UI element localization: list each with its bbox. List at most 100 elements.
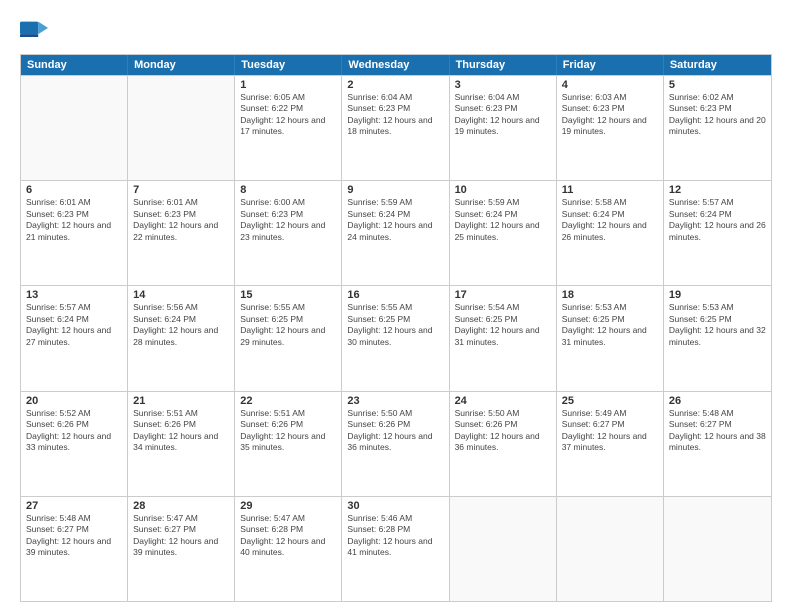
header-day-tuesday: Tuesday (235, 55, 342, 75)
day-22: 22Sunrise: 5:51 AM Sunset: 6:26 PM Dayli… (235, 392, 342, 496)
day-26: 26Sunrise: 5:48 AM Sunset: 6:27 PM Dayli… (664, 392, 771, 496)
empty-cell (664, 497, 771, 601)
calendar-header: SundayMondayTuesdayWednesdayThursdayFrid… (21, 55, 771, 75)
day-number: 11 (562, 184, 658, 196)
day-number: 3 (455, 79, 551, 91)
day-number: 24 (455, 395, 551, 407)
day-number: 28 (133, 500, 229, 512)
day-info: Sunrise: 5:50 AM Sunset: 6:26 PM Dayligh… (347, 408, 443, 454)
day-25: 25Sunrise: 5:49 AM Sunset: 6:27 PM Dayli… (557, 392, 664, 496)
day-info: Sunrise: 5:48 AM Sunset: 6:27 PM Dayligh… (669, 408, 766, 454)
day-number: 17 (455, 289, 551, 301)
day-info: Sunrise: 6:02 AM Sunset: 6:23 PM Dayligh… (669, 92, 766, 138)
day-info: Sunrise: 6:00 AM Sunset: 6:23 PM Dayligh… (240, 197, 336, 243)
day-3: 3Sunrise: 6:04 AM Sunset: 6:23 PM Daylig… (450, 76, 557, 180)
day-number: 9 (347, 184, 443, 196)
day-8: 8Sunrise: 6:00 AM Sunset: 6:23 PM Daylig… (235, 181, 342, 285)
header-day-wednesday: Wednesday (342, 55, 449, 75)
header-day-friday: Friday (557, 55, 664, 75)
day-number: 2 (347, 79, 443, 91)
day-info: Sunrise: 5:51 AM Sunset: 6:26 PM Dayligh… (240, 408, 336, 454)
day-9: 9Sunrise: 5:59 AM Sunset: 6:24 PM Daylig… (342, 181, 449, 285)
day-17: 17Sunrise: 5:54 AM Sunset: 6:25 PM Dayli… (450, 286, 557, 390)
day-19: 19Sunrise: 5:53 AM Sunset: 6:25 PM Dayli… (664, 286, 771, 390)
calendar-row-4: 20Sunrise: 5:52 AM Sunset: 6:26 PM Dayli… (21, 391, 771, 496)
day-number: 27 (26, 500, 122, 512)
day-number: 6 (26, 184, 122, 196)
day-number: 1 (240, 79, 336, 91)
day-13: 13Sunrise: 5:57 AM Sunset: 6:24 PM Dayli… (21, 286, 128, 390)
day-10: 10Sunrise: 5:59 AM Sunset: 6:24 PM Dayli… (450, 181, 557, 285)
day-number: 14 (133, 289, 229, 301)
day-number: 29 (240, 500, 336, 512)
empty-cell (21, 76, 128, 180)
day-11: 11Sunrise: 5:58 AM Sunset: 6:24 PM Dayli… (557, 181, 664, 285)
day-12: 12Sunrise: 5:57 AM Sunset: 6:24 PM Dayli… (664, 181, 771, 285)
day-14: 14Sunrise: 5:56 AM Sunset: 6:24 PM Dayli… (128, 286, 235, 390)
day-21: 21Sunrise: 5:51 AM Sunset: 6:26 PM Dayli… (128, 392, 235, 496)
header-day-monday: Monday (128, 55, 235, 75)
header-day-sunday: Sunday (21, 55, 128, 75)
day-24: 24Sunrise: 5:50 AM Sunset: 6:26 PM Dayli… (450, 392, 557, 496)
day-number: 25 (562, 395, 658, 407)
logo (20, 16, 52, 44)
day-info: Sunrise: 5:53 AM Sunset: 6:25 PM Dayligh… (562, 302, 658, 348)
day-info: Sunrise: 6:01 AM Sunset: 6:23 PM Dayligh… (133, 197, 229, 243)
day-info: Sunrise: 5:46 AM Sunset: 6:28 PM Dayligh… (347, 513, 443, 559)
day-number: 18 (562, 289, 658, 301)
day-info: Sunrise: 5:47 AM Sunset: 6:27 PM Dayligh… (133, 513, 229, 559)
day-info: Sunrise: 6:04 AM Sunset: 6:23 PM Dayligh… (455, 92, 551, 138)
day-30: 30Sunrise: 5:46 AM Sunset: 6:28 PM Dayli… (342, 497, 449, 601)
day-info: Sunrise: 5:57 AM Sunset: 6:24 PM Dayligh… (26, 302, 122, 348)
day-number: 8 (240, 184, 336, 196)
day-27: 27Sunrise: 5:48 AM Sunset: 6:27 PM Dayli… (21, 497, 128, 601)
day-6: 6Sunrise: 6:01 AM Sunset: 6:23 PM Daylig… (21, 181, 128, 285)
day-16: 16Sunrise: 5:55 AM Sunset: 6:25 PM Dayli… (342, 286, 449, 390)
calendar-row-5: 27Sunrise: 5:48 AM Sunset: 6:27 PM Dayli… (21, 496, 771, 601)
calendar-body: 1Sunrise: 6:05 AM Sunset: 6:22 PM Daylig… (21, 75, 771, 601)
day-info: Sunrise: 5:49 AM Sunset: 6:27 PM Dayligh… (562, 408, 658, 454)
day-info: Sunrise: 5:58 AM Sunset: 6:24 PM Dayligh… (562, 197, 658, 243)
calendar-row-3: 13Sunrise: 5:57 AM Sunset: 6:24 PM Dayli… (21, 285, 771, 390)
day-18: 18Sunrise: 5:53 AM Sunset: 6:25 PM Dayli… (557, 286, 664, 390)
day-number: 30 (347, 500, 443, 512)
day-info: Sunrise: 5:48 AM Sunset: 6:27 PM Dayligh… (26, 513, 122, 559)
day-23: 23Sunrise: 5:50 AM Sunset: 6:26 PM Dayli… (342, 392, 449, 496)
day-info: Sunrise: 6:03 AM Sunset: 6:23 PM Dayligh… (562, 92, 658, 138)
day-number: 10 (455, 184, 551, 196)
day-number: 19 (669, 289, 766, 301)
day-info: Sunrise: 6:04 AM Sunset: 6:23 PM Dayligh… (347, 92, 443, 138)
day-info: Sunrise: 5:59 AM Sunset: 6:24 PM Dayligh… (455, 197, 551, 243)
day-number: 26 (669, 395, 766, 407)
day-number: 21 (133, 395, 229, 407)
day-info: Sunrise: 6:01 AM Sunset: 6:23 PM Dayligh… (26, 197, 122, 243)
day-number: 12 (669, 184, 766, 196)
day-info: Sunrise: 5:53 AM Sunset: 6:25 PM Dayligh… (669, 302, 766, 348)
day-number: 22 (240, 395, 336, 407)
calendar-row-1: 1Sunrise: 6:05 AM Sunset: 6:22 PM Daylig… (21, 75, 771, 180)
day-info: Sunrise: 5:56 AM Sunset: 6:24 PM Dayligh… (133, 302, 229, 348)
day-7: 7Sunrise: 6:01 AM Sunset: 6:23 PM Daylig… (128, 181, 235, 285)
calendar-row-2: 6Sunrise: 6:01 AM Sunset: 6:23 PM Daylig… (21, 180, 771, 285)
day-number: 4 (562, 79, 658, 91)
empty-cell (557, 497, 664, 601)
logo-icon (20, 16, 48, 44)
day-29: 29Sunrise: 5:47 AM Sunset: 6:28 PM Dayli… (235, 497, 342, 601)
day-number: 15 (240, 289, 336, 301)
day-number: 13 (26, 289, 122, 301)
calendar: SundayMondayTuesdayWednesdayThursdayFrid… (20, 54, 772, 602)
day-info: Sunrise: 6:05 AM Sunset: 6:22 PM Dayligh… (240, 92, 336, 138)
empty-cell (128, 76, 235, 180)
day-1: 1Sunrise: 6:05 AM Sunset: 6:22 PM Daylig… (235, 76, 342, 180)
day-number: 20 (26, 395, 122, 407)
day-2: 2Sunrise: 6:04 AM Sunset: 6:23 PM Daylig… (342, 76, 449, 180)
day-info: Sunrise: 5:50 AM Sunset: 6:26 PM Dayligh… (455, 408, 551, 454)
day-info: Sunrise: 5:57 AM Sunset: 6:24 PM Dayligh… (669, 197, 766, 243)
header-day-saturday: Saturday (664, 55, 771, 75)
day-info: Sunrise: 5:47 AM Sunset: 6:28 PM Dayligh… (240, 513, 336, 559)
day-info: Sunrise: 5:55 AM Sunset: 6:25 PM Dayligh… (240, 302, 336, 348)
day-info: Sunrise: 5:55 AM Sunset: 6:25 PM Dayligh… (347, 302, 443, 348)
day-number: 23 (347, 395, 443, 407)
day-info: Sunrise: 5:54 AM Sunset: 6:25 PM Dayligh… (455, 302, 551, 348)
day-info: Sunrise: 5:52 AM Sunset: 6:26 PM Dayligh… (26, 408, 122, 454)
